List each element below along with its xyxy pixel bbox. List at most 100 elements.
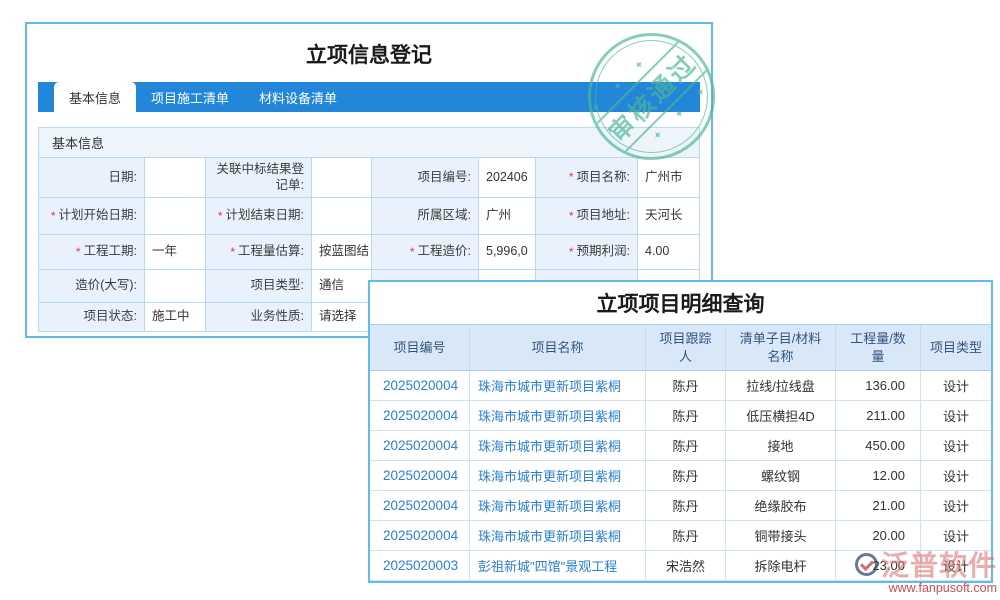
quantity-cell: 23.00 — [836, 551, 921, 581]
project-code-link[interactable]: 2025020004 — [370, 491, 470, 521]
project-name-link[interactable]: 珠海市城市更新项目紫桐 — [470, 371, 646, 401]
project-type-label: 项目类型: — [206, 270, 312, 303]
project-cost-label: *工程造价: — [372, 235, 479, 270]
project-name-field[interactable]: 广州市 — [638, 158, 699, 198]
type-cell: 设计 — [921, 491, 991, 521]
tab-bar: 基本信息 项目施工清单 材料设备清单 — [38, 82, 700, 112]
bid-result-field[interactable] — [312, 158, 372, 198]
detail-query-title: 立项项目明细查询 — [370, 282, 991, 324]
project-name-label: *项目名称: — [536, 158, 638, 198]
quantity-estimate-label: *工程量估算: — [206, 235, 312, 270]
col-header-item-material: 清单子目/材料名称 — [726, 325, 836, 370]
tracker-cell: 陈丹 — [646, 491, 726, 521]
item-cell: 铜带接头 — [726, 521, 836, 551]
type-cell: 设计 — [921, 371, 991, 401]
project-code-field[interactable]: 202406 — [479, 158, 536, 198]
project-address-field[interactable]: 天河长 — [638, 198, 699, 235]
project-address-label: *项目地址: — [536, 198, 638, 235]
project-status-label: 项目状态: — [39, 303, 145, 331]
item-cell: 拉线/拉线盘 — [726, 371, 836, 401]
tab-construction-list[interactable]: 项目施工清单 — [136, 82, 244, 112]
project-name-link[interactable]: 珠海市城市更新项目紫桐 — [470, 431, 646, 461]
date-label: 日期: — [39, 158, 145, 198]
project-cost-field[interactable]: 5,996,0 — [479, 235, 536, 270]
project-name-link[interactable]: 珠海市城市更新项目紫桐 — [470, 521, 646, 551]
table-header-row: 项目编号 项目名称 项目跟踪人 清单子目/材料名称 工程量/数量 项目类型 — [370, 324, 991, 371]
type-cell: 设计 — [921, 551, 991, 581]
item-cell: 螺纹钢 — [726, 461, 836, 491]
plan-end-date-field[interactable] — [312, 198, 372, 235]
project-name-link[interactable]: 珠海市城市更新项目紫桐 — [470, 491, 646, 521]
project-code-label: 项目编号: — [372, 158, 479, 198]
type-cell: 设计 — [921, 401, 991, 431]
table-row: 2025020003 彭祖新城"四馆"景观工程 宋浩然 拆除电杆 23.00 设… — [370, 551, 991, 581]
table-row: 2025020004 珠海市城市更新项目紫桐 陈丹 低压横担4D 211.00 … — [370, 401, 991, 431]
item-cell: 低压横担4D — [726, 401, 836, 431]
expected-profit-label: *预期利润: — [536, 235, 638, 270]
project-code-link[interactable]: 2025020004 — [370, 461, 470, 491]
project-status-field[interactable]: 施工中 — [145, 303, 206, 331]
tab-basic-info[interactable]: 基本信息 — [54, 82, 136, 112]
project-type-field[interactable]: 通信 — [312, 270, 372, 303]
bid-result-label: 关联中标结果登记单: — [206, 158, 312, 198]
plan-start-date-label: *计划开始日期: — [39, 198, 145, 235]
form-row: *工程工期: 一年 *工程量估算: 按蓝图结 *工程造价: 5,996,0 *预… — [39, 235, 699, 270]
quantity-cell: 211.00 — [836, 401, 921, 431]
tracker-cell: 陈丹 — [646, 521, 726, 551]
col-header-type: 项目类型 — [921, 325, 991, 370]
business-nature-select[interactable]: 请选择 — [312, 303, 372, 331]
project-code-link[interactable]: 2025020003 — [370, 551, 470, 581]
col-header-quantity: 工程量/数量 — [836, 325, 921, 370]
region-field[interactable]: 广州 — [479, 198, 536, 235]
project-name-link[interactable]: 珠海市城市更新项目紫桐 — [470, 461, 646, 491]
duration-field[interactable]: 一年 — [145, 235, 206, 270]
col-header-tracker: 项目跟踪人 — [646, 325, 726, 370]
project-code-link[interactable]: 2025020004 — [370, 401, 470, 431]
plan-start-date-field[interactable] — [145, 198, 206, 235]
quantity-cell: 136.00 — [836, 371, 921, 401]
cost-in-words-field[interactable] — [145, 270, 206, 303]
cost-in-words-label: 造价(大写): — [39, 270, 145, 303]
form-row: 日期: 关联中标结果登记单: 项目编号: 202406 *项目名称: 广州市 — [39, 158, 699, 198]
watermark-url: www.fanpusoft.com — [855, 581, 997, 595]
quantity-cell: 450.00 — [836, 431, 921, 461]
item-cell: 拆除电杆 — [726, 551, 836, 581]
tracker-cell: 陈丹 — [646, 431, 726, 461]
plan-end-date-label: *计划结束日期: — [206, 198, 312, 235]
col-header-project-name: 项目名称 — [470, 325, 646, 370]
table-row: 2025020004 珠海市城市更新项目紫桐 陈丹 螺纹钢 12.00 设计 — [370, 461, 991, 491]
form-row: *计划开始日期: *计划结束日期: 所属区域: 广州 *项目地址: 天河长 — [39, 198, 699, 235]
col-header-project-code: 项目编号 — [370, 325, 470, 370]
type-cell: 设计 — [921, 461, 991, 491]
table-row: 2025020004 珠海市城市更新项目紫桐 陈丹 接地 450.00 设计 — [370, 431, 991, 461]
quantity-cell: 12.00 — [836, 461, 921, 491]
project-code-link[interactable]: 2025020004 — [370, 431, 470, 461]
type-cell: 设计 — [921, 431, 991, 461]
tracker-cell: 陈丹 — [646, 461, 726, 491]
type-cell: 设计 — [921, 521, 991, 551]
table-row: 2025020004 珠海市城市更新项目紫桐 陈丹 拉线/拉线盘 136.00 … — [370, 371, 991, 401]
project-code-link[interactable]: 2025020004 — [370, 521, 470, 551]
tracker-cell: 陈丹 — [646, 401, 726, 431]
quantity-cell: 21.00 — [836, 491, 921, 521]
section-header-basic-info: 基本信息 — [38, 127, 700, 158]
quantity-cell: 20.00 — [836, 521, 921, 551]
expected-profit-field[interactable]: 4.00 — [638, 235, 699, 270]
tracker-cell: 陈丹 — [646, 371, 726, 401]
date-field[interactable] — [145, 158, 206, 198]
item-cell: 绝缘胶布 — [726, 491, 836, 521]
detail-query-panel: 立项项目明细查询 项目编号 项目名称 项目跟踪人 清单子目/材料名称 工程量/数… — [368, 280, 993, 583]
table-row: 2025020004 珠海市城市更新项目紫桐 陈丹 铜带接头 20.00 设计 — [370, 521, 991, 551]
tab-material-equipment-list[interactable]: 材料设备清单 — [244, 82, 352, 112]
business-nature-label: 业务性质: — [206, 303, 312, 331]
project-code-link[interactable]: 2025020004 — [370, 371, 470, 401]
tracker-cell: 宋浩然 — [646, 551, 726, 581]
project-name-link[interactable]: 彭祖新城"四馆"景观工程 — [470, 551, 646, 581]
duration-label: *工程工期: — [39, 235, 145, 270]
table-row: 2025020004 珠海市城市更新项目紫桐 陈丹 绝缘胶布 21.00 设计 — [370, 491, 991, 521]
region-label: 所属区域: — [372, 198, 479, 235]
item-cell: 接地 — [726, 431, 836, 461]
project-name-link[interactable]: 珠海市城市更新项目紫桐 — [470, 401, 646, 431]
quantity-estimate-field[interactable]: 按蓝图结 — [312, 235, 372, 270]
registration-title: 立项信息登记 — [27, 39, 711, 69]
